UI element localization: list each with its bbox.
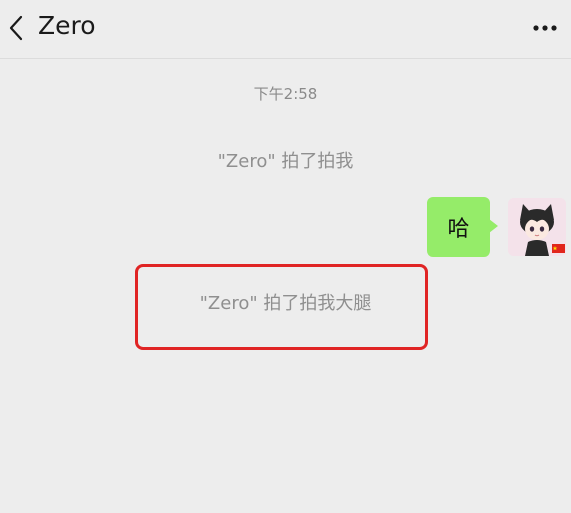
- user-avatar[interactable]: [508, 198, 566, 256]
- chat-title: Zero: [38, 11, 96, 40]
- pat-notification-highlighted: "Zero" 拍了拍我大腿: [199, 293, 372, 314]
- chat-header: Zero: [0, 0, 571, 59]
- sent-message-text: 哈: [447, 217, 470, 242]
- back-button[interactable]: [0, 8, 32, 48]
- sent-message-bubble[interactable]: 哈: [427, 197, 498, 257]
- chevron-left-icon: [9, 15, 23, 41]
- chat-area[interactable]: 下午2:58 "Zero" 拍了拍我 哈 "Zero" 拍了拍我大腿: [0, 59, 571, 513]
- message-timestamp: 下午2:58: [253, 85, 318, 103]
- pat-notification: "Zero" 拍了拍我: [217, 151, 354, 172]
- more-button[interactable]: [523, 8, 567, 48]
- more-dots-icon: [533, 25, 557, 31]
- anime-cat-avatar-icon: [508, 198, 566, 256]
